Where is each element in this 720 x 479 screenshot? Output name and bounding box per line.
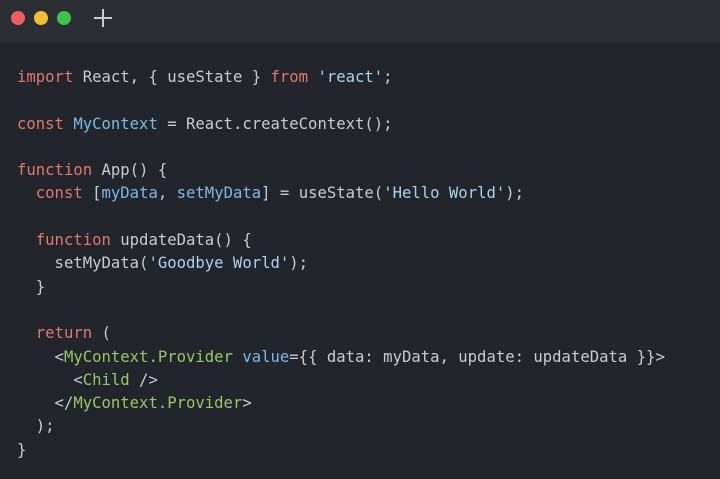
code-token: ); (505, 184, 525, 203)
keyword-token: from (270, 68, 309, 86)
tag-token: Child (82, 370, 130, 389)
code-line: return ( (17, 322, 665, 345)
code-editor[interactable]: import React, { useState } from 'react';… (17, 66, 665, 462)
code-line: setMyData('Goodbye World'); (17, 252, 665, 275)
code-token: } (17, 277, 46, 296)
code-token: </ (17, 394, 74, 413)
identifier-token: myData (101, 184, 158, 203)
tag-token: MyContext.Provider (63, 347, 233, 366)
attribute-token: value (242, 347, 290, 366)
title-bar (0, 0, 720, 43)
keyword-token: const (17, 114, 64, 133)
code-line: } (17, 439, 665, 462)
keyword-token: import (17, 68, 74, 86)
string-token: 'Hello World' (383, 184, 506, 203)
code-line: function App() { (17, 159, 665, 182)
code-token: } (17, 440, 27, 459)
code-token: App() { (92, 161, 168, 180)
identifier-token: MyContext (73, 114, 158, 133)
code-line: } (17, 276, 665, 299)
identifier-token: setMyData (176, 184, 262, 203)
code-line: function updateData() { (17, 229, 665, 252)
code-line: const MyContext = React.createContext(); (17, 113, 665, 136)
keyword-token: return (35, 324, 93, 343)
code-token: /> (129, 370, 158, 389)
minimize-dot-icon[interactable] (34, 11, 48, 25)
code-token: > (242, 394, 252, 413)
close-dot-icon[interactable] (11, 11, 25, 25)
code-token: ] = useState( (261, 184, 384, 203)
keyword-token: const (35, 184, 83, 203)
code-token: updateData() { (110, 231, 252, 250)
code-token: setMyData( (17, 254, 149, 273)
code-token: , (157, 184, 177, 203)
code-token: ( (92, 324, 111, 343)
tag-token: MyContext.Provider (73, 394, 243, 413)
plus-icon[interactable] (94, 9, 112, 27)
maximize-dot-icon[interactable] (57, 11, 71, 25)
code-line: import React, { useState } from 'react'; (17, 66, 665, 89)
code-token: = React.createContext(); (157, 114, 393, 133)
string-token: 'Goodbye World' (148, 254, 290, 273)
code-token: ); (17, 417, 55, 436)
code-token: [ (82, 184, 102, 203)
code-line: </MyContext.Provider> (17, 392, 665, 415)
code-token: < (17, 347, 64, 366)
string-token: 'react' (317, 68, 384, 86)
keyword-token: function (17, 161, 93, 180)
keyword-token: function (35, 231, 111, 250)
code-token: ; (383, 68, 393, 86)
code-token: < (17, 370, 83, 389)
code-line: <MyContext.Provider value={{ data: myDat… (17, 346, 665, 369)
code-window: import React, { useState } from 'react';… (0, 0, 720, 479)
code-token: ); (289, 254, 309, 273)
code-token: ={{ data: myData, update: updateData }}> (289, 347, 665, 366)
code-line: const [myData, setMyData] = useState('He… (17, 182, 665, 205)
code-token: React, { useState } (73, 68, 271, 86)
code-line: ); (17, 415, 665, 438)
code-line: <Child /> (17, 369, 665, 392)
